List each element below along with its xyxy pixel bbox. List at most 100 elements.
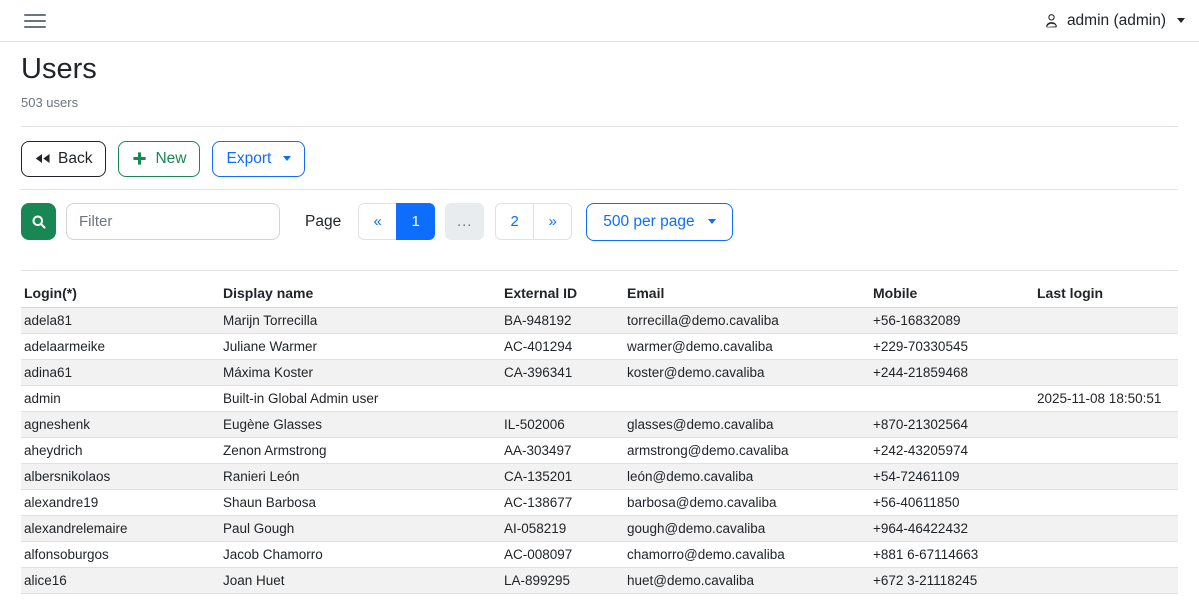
table-row[interactable]: agneshenkEugène GlassesIL-502006glasses@…: [21, 411, 1178, 437]
table-cell: [1034, 489, 1178, 515]
table-row[interactable]: alfonsoburgosJacob ChamorroAC-008097cham…: [21, 541, 1178, 567]
table-row[interactable]: adelaarmeikeJuliane WarmerAC-401294warme…: [21, 333, 1178, 359]
user-menu[interactable]: admin (admin): [1043, 12, 1185, 30]
table-cell: Joan Huet: [220, 567, 501, 593]
table-cell: adelaarmeike: [21, 333, 220, 359]
toolbar: Back New Export: [21, 141, 1178, 177]
table-cell: gough@demo.cavaliba: [624, 515, 870, 541]
back-label: Back: [58, 150, 92, 168]
column-header: External ID: [501, 279, 624, 308]
table-row[interactable]: alice16Joan HuetLA-899295huet@demo.caval…: [21, 567, 1178, 593]
new-button[interactable]: New: [118, 141, 200, 177]
table-cell: albersnikolaos: [21, 463, 220, 489]
table-cell: [1034, 541, 1178, 567]
table-cell: adina61: [21, 359, 220, 385]
column-header: Mobile: [870, 279, 1034, 308]
search-button[interactable]: [21, 203, 56, 240]
table-cell: +964-46422432: [870, 515, 1034, 541]
table-row[interactable]: adminBuilt-in Global Admin user2025-11-0…: [21, 385, 1178, 411]
table-row[interactable]: albersnikolaosRanieri LeónCA-135201león@…: [21, 463, 1178, 489]
table-cell: warmer@demo.cavaliba: [624, 333, 870, 359]
pagination-prev[interactable]: «: [358, 203, 397, 240]
table-cell: torrecilla@demo.cavaliba: [624, 307, 870, 333]
table-cell: [1034, 437, 1178, 463]
divider: [21, 189, 1178, 190]
users-table: Login(*)Display nameExternal IDEmailMobi…: [21, 279, 1178, 594]
table-cell: Eugène Glasses: [220, 411, 501, 437]
chevron-down-icon: [708, 219, 716, 224]
column-header: Email: [624, 279, 870, 308]
table-cell: Juliane Warmer: [220, 333, 501, 359]
table-cell: Ranieri León: [220, 463, 501, 489]
table-cell: león@demo.cavaliba: [624, 463, 870, 489]
filter-bar: Page « 1 ... 2 » 500 per page: [21, 203, 1178, 241]
table-cell: 2025-11-08 18:50:51: [1034, 385, 1178, 411]
table-cell: [1034, 333, 1178, 359]
table-cell: chamorro@demo.cavaliba: [624, 541, 870, 567]
table-cell: Jacob Chamorro: [220, 541, 501, 567]
table-cell: AI-058219: [501, 515, 624, 541]
table-row[interactable]: alexandrelemairePaul GoughAI-058219gough…: [21, 515, 1178, 541]
plus-icon: [132, 151, 147, 166]
table-cell: AC-401294: [501, 333, 624, 359]
table-cell: AC-008097: [501, 541, 624, 567]
table-cell: [1034, 515, 1178, 541]
table-cell: aheydrich: [21, 437, 220, 463]
table-cell: koster@demo.cavaliba: [624, 359, 870, 385]
page-label: Page: [305, 213, 341, 231]
export-button[interactable]: Export: [212, 141, 305, 177]
table-cell: [1034, 567, 1178, 593]
table-cell: +54-72461109: [870, 463, 1034, 489]
search-icon: [31, 214, 47, 230]
table-header-row: Login(*)Display nameExternal IDEmailMobi…: [21, 279, 1178, 308]
table-cell: Shaun Barbosa: [220, 489, 501, 515]
pagination-next[interactable]: »: [533, 203, 572, 240]
table-cell: armstrong@demo.cavaliba: [624, 437, 870, 463]
per-page-label: 500 per page: [603, 213, 694, 231]
pagination-page-2[interactable]: 2: [495, 203, 534, 240]
per-page-dropdown[interactable]: 500 per page: [586, 203, 732, 241]
table-cell: alexandrelemaire: [21, 515, 220, 541]
new-label: New: [155, 150, 186, 168]
divider: [21, 126, 1178, 127]
table-cell: [870, 385, 1034, 411]
table-cell: Máxima Koster: [220, 359, 501, 385]
table-cell: agneshenk: [21, 411, 220, 437]
table-cell: +881 6-67114663: [870, 541, 1034, 567]
table-cell: +870-21302564: [870, 411, 1034, 437]
table-cell: [1034, 411, 1178, 437]
table-row[interactable]: adela81Marijn TorrecillaBA-948192torreci…: [21, 307, 1178, 333]
column-header: Last login: [1034, 279, 1178, 308]
table-cell: +242-43205974: [870, 437, 1034, 463]
table-cell: [1034, 307, 1178, 333]
chevron-down-icon: [283, 156, 291, 161]
table-row[interactable]: adina61Máxima KosterCA-396341koster@demo…: [21, 359, 1178, 385]
topbar: admin (admin): [0, 0, 1199, 42]
column-header: Login(*): [21, 279, 220, 308]
table-cell: barbosa@demo.cavaliba: [624, 489, 870, 515]
table-cell: +244-21859468: [870, 359, 1034, 385]
filter-input[interactable]: [66, 203, 280, 240]
table-row[interactable]: aheydrichZenon ArmstrongAA-303497armstro…: [21, 437, 1178, 463]
table-cell: +229-70330545: [870, 333, 1034, 359]
table-cell: LA-899295: [501, 567, 624, 593]
table-cell: Zenon Armstrong: [220, 437, 501, 463]
table-cell: admin: [21, 385, 220, 411]
table-cell: CA-135201: [501, 463, 624, 489]
table-cell: [1034, 463, 1178, 489]
table-cell: CA-396341: [501, 359, 624, 385]
table-cell: huet@demo.cavaliba: [624, 567, 870, 593]
user-count: 503 users: [21, 95, 1178, 110]
pagination-page-1[interactable]: 1: [396, 203, 435, 240]
menu-icon[interactable]: [24, 10, 46, 32]
table-cell: +56-40611850: [870, 489, 1034, 515]
table-row[interactable]: alexandre19Shaun BarbosaAC-138677barbosa…: [21, 489, 1178, 515]
table-cell: glasses@demo.cavaliba: [624, 411, 870, 437]
table-cell: IL-502006: [501, 411, 624, 437]
table-cell: BA-948192: [501, 307, 624, 333]
main-content: Users 503 users Back New Export Page: [0, 52, 1199, 594]
back-button[interactable]: Back: [21, 141, 106, 177]
table-cell: [1034, 359, 1178, 385]
column-header: Display name: [220, 279, 501, 308]
pagination: « 1 ... 2 »: [358, 203, 572, 240]
